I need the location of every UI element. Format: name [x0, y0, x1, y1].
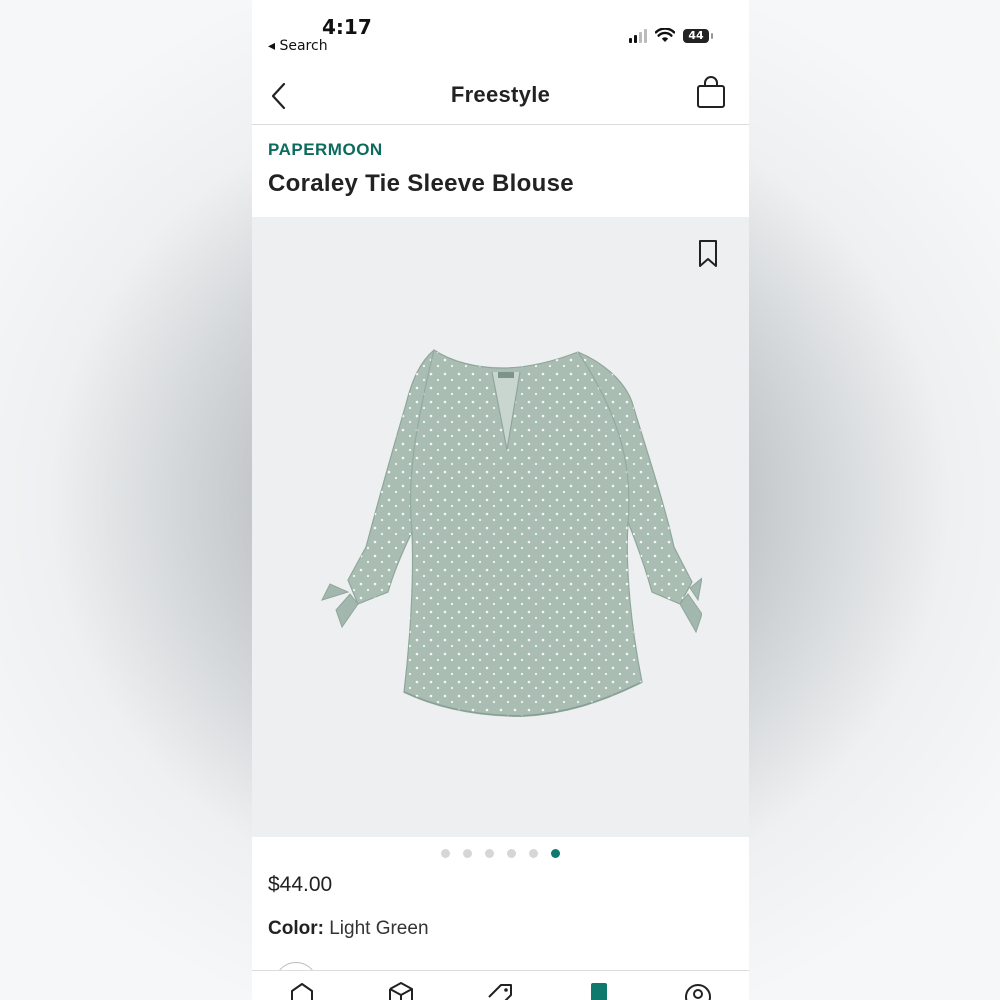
status-time: 4:17 [322, 15, 372, 39]
box-icon[interactable] [387, 981, 415, 1000]
product-price: $44.00 [268, 873, 333, 896]
product-image [321, 349, 702, 718]
carousel-dot[interactable] [507, 849, 516, 858]
carousel-dot[interactable] [485, 849, 494, 858]
status-back-to-search[interactable]: ◂ Search [268, 38, 328, 54]
carousel-dot[interactable] [463, 849, 472, 858]
freestyle-icon[interactable] [585, 981, 613, 1000]
phone-screen: 4:17 ◂ Search 44 Freestyle PAPERMOON Cor… [252, 0, 749, 1000]
color-label: Color: [268, 918, 324, 939]
tag-icon[interactable] [486, 981, 514, 1000]
carousel-pagination[interactable] [252, 849, 749, 858]
shopping-bag-icon[interactable] [695, 76, 727, 110]
carousel-dot[interactable] [441, 849, 450, 858]
home-icon[interactable] [288, 981, 316, 1000]
tab-bar [252, 970, 749, 1000]
carousel-dot[interactable] [551, 849, 560, 858]
color-value: Light Green [329, 918, 429, 939]
profile-icon[interactable] [684, 981, 712, 1000]
product-name: Coraley Tie Sleeve Blouse [268, 170, 574, 197]
product-image-carousel[interactable] [252, 217, 749, 837]
color-row: Color: Light Green [268, 918, 429, 940]
nav-bar: Freestyle [252, 72, 749, 125]
status-icons: 44 [629, 28, 713, 43]
carousel-dot[interactable] [529, 849, 538, 858]
cellular-signal-icon [629, 28, 647, 43]
bookmark-icon[interactable] [697, 239, 719, 269]
wifi-icon [655, 28, 675, 42]
page-title: Freestyle [450, 82, 551, 107]
product-brand[interactable]: PAPERMOON [268, 140, 383, 160]
battery-icon: 44 [683, 28, 713, 43]
